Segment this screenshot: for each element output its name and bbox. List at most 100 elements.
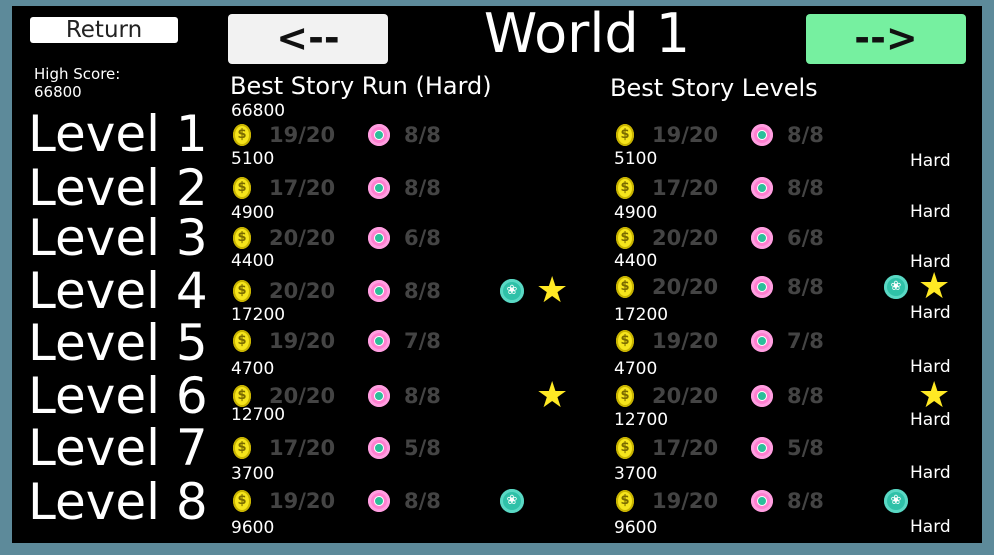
level-score: 9600 bbox=[231, 518, 275, 538]
special-gem-icon bbox=[500, 279, 524, 303]
coin-icon: $ bbox=[233, 490, 251, 512]
level-1-button[interactable]: Level 1 bbox=[28, 108, 208, 160]
next-world-button[interactable]: --> bbox=[806, 14, 966, 64]
level-6-button[interactable]: Level 6 bbox=[28, 370, 208, 422]
gem-count: 8/8 bbox=[787, 489, 824, 513]
level-score: 17200 bbox=[614, 305, 669, 325]
star-icon: ★ bbox=[536, 270, 569, 311]
gem-icon bbox=[368, 280, 390, 302]
special-gem-icon bbox=[884, 489, 908, 513]
level-score: 4900 bbox=[614, 203, 658, 223]
level-7-button[interactable]: Level 7 bbox=[28, 422, 208, 474]
coin-icon: $ bbox=[616, 177, 634, 199]
story-run-total-score: 66800 bbox=[231, 101, 286, 121]
gem-icon bbox=[368, 437, 390, 459]
level-score: 5100 bbox=[614, 149, 658, 169]
gem-icon bbox=[751, 437, 773, 459]
best-story-levels-title: Best Story Levels bbox=[610, 74, 818, 102]
gem-count: 8/8 bbox=[404, 123, 441, 147]
previous-world-button[interactable]: <-- bbox=[228, 14, 388, 64]
gem-count: 8/8 bbox=[404, 384, 441, 408]
level-3-button[interactable]: Level 3 bbox=[28, 212, 208, 264]
coin-icon: $ bbox=[233, 177, 251, 199]
coin-count: 20/20 bbox=[652, 275, 719, 299]
coin-icon: $ bbox=[616, 437, 634, 459]
coin-icon: $ bbox=[233, 330, 251, 352]
coin-count: 20/20 bbox=[269, 279, 336, 303]
level-score: 4700 bbox=[231, 359, 275, 379]
gem-count: 8/8 bbox=[787, 384, 824, 408]
difficulty-label: Hard bbox=[910, 202, 951, 222]
difficulty-label: Hard bbox=[910, 357, 951, 377]
difficulty-label: Hard bbox=[910, 410, 951, 430]
high-score-label: High Score: bbox=[34, 65, 121, 83]
gem-count: 7/8 bbox=[404, 329, 441, 353]
level-score: 4400 bbox=[231, 251, 275, 271]
coin-count: 19/20 bbox=[269, 489, 336, 513]
gem-count: 8/8 bbox=[787, 123, 824, 147]
level-select-panel: Return <-- World 1 --> High Score: 66800… bbox=[12, 6, 982, 543]
level-5-button[interactable]: Level 5 bbox=[28, 317, 208, 369]
gem-icon bbox=[751, 124, 773, 146]
gem-count: 8/8 bbox=[404, 279, 441, 303]
level-score: 3700 bbox=[614, 464, 658, 484]
coin-count: 17/20 bbox=[652, 176, 719, 200]
gem-icon bbox=[751, 490, 773, 512]
coin-count: 19/20 bbox=[269, 123, 336, 147]
gem-icon bbox=[368, 177, 390, 199]
gem-count: 8/8 bbox=[787, 275, 824, 299]
coin-count: 20/20 bbox=[652, 226, 719, 250]
gem-icon bbox=[751, 177, 773, 199]
coin-icon: $ bbox=[616, 227, 634, 249]
coin-icon: $ bbox=[616, 330, 634, 352]
coin-count: 19/20 bbox=[269, 329, 336, 353]
coin-count: 17/20 bbox=[652, 436, 719, 460]
gem-count: 8/8 bbox=[404, 176, 441, 200]
world-title: World 1 bbox=[483, 6, 691, 65]
level-score: 12700 bbox=[614, 410, 669, 430]
level-score: 4400 bbox=[614, 251, 658, 271]
gem-icon bbox=[751, 330, 773, 352]
coin-count: 19/20 bbox=[652, 329, 719, 353]
level-score: 4900 bbox=[231, 203, 275, 223]
coin-count: 19/20 bbox=[652, 123, 719, 147]
difficulty-label: Hard bbox=[910, 303, 951, 323]
coin-count: 17/20 bbox=[269, 176, 336, 200]
level-score: 12700 bbox=[231, 405, 286, 425]
gem-count: 5/8 bbox=[787, 436, 824, 460]
coin-count: 20/20 bbox=[652, 384, 719, 408]
best-story-run-title: Best Story Run (Hard) bbox=[230, 72, 492, 100]
gem-icon bbox=[368, 227, 390, 249]
gem-count: 6/8 bbox=[787, 226, 824, 250]
gem-icon bbox=[368, 385, 390, 407]
star-icon: ★ bbox=[918, 266, 951, 307]
coin-icon: $ bbox=[616, 276, 634, 298]
gem-count: 7/8 bbox=[787, 329, 824, 353]
level-2-button[interactable]: Level 2 bbox=[28, 162, 208, 214]
level-8-button[interactable]: Level 8 bbox=[28, 476, 208, 528]
coin-icon: $ bbox=[233, 437, 251, 459]
gem-count: 8/8 bbox=[787, 176, 824, 200]
level-4-button[interactable]: Level 4 bbox=[28, 265, 208, 317]
coin-icon: $ bbox=[616, 385, 634, 407]
gem-count: 8/8 bbox=[404, 489, 441, 513]
return-button[interactable]: Return bbox=[30, 17, 178, 43]
special-gem-icon bbox=[500, 489, 524, 513]
level-score: 9600 bbox=[614, 518, 658, 538]
coin-icon: $ bbox=[616, 490, 634, 512]
difficulty-label: Hard bbox=[910, 463, 951, 483]
special-gem-icon bbox=[884, 275, 908, 299]
coin-icon: $ bbox=[233, 124, 251, 146]
coin-icon: $ bbox=[233, 280, 251, 302]
gem-icon bbox=[751, 385, 773, 407]
gem-icon bbox=[368, 490, 390, 512]
level-score: 17200 bbox=[231, 305, 286, 325]
difficulty-label: Hard bbox=[910, 517, 951, 537]
gem-icon bbox=[368, 124, 390, 146]
gem-icon bbox=[751, 276, 773, 298]
gem-icon bbox=[751, 227, 773, 249]
coin-count: 19/20 bbox=[652, 489, 719, 513]
coin-icon: $ bbox=[233, 227, 251, 249]
high-score-value: 66800 bbox=[34, 83, 82, 101]
level-score: 4700 bbox=[614, 359, 658, 379]
